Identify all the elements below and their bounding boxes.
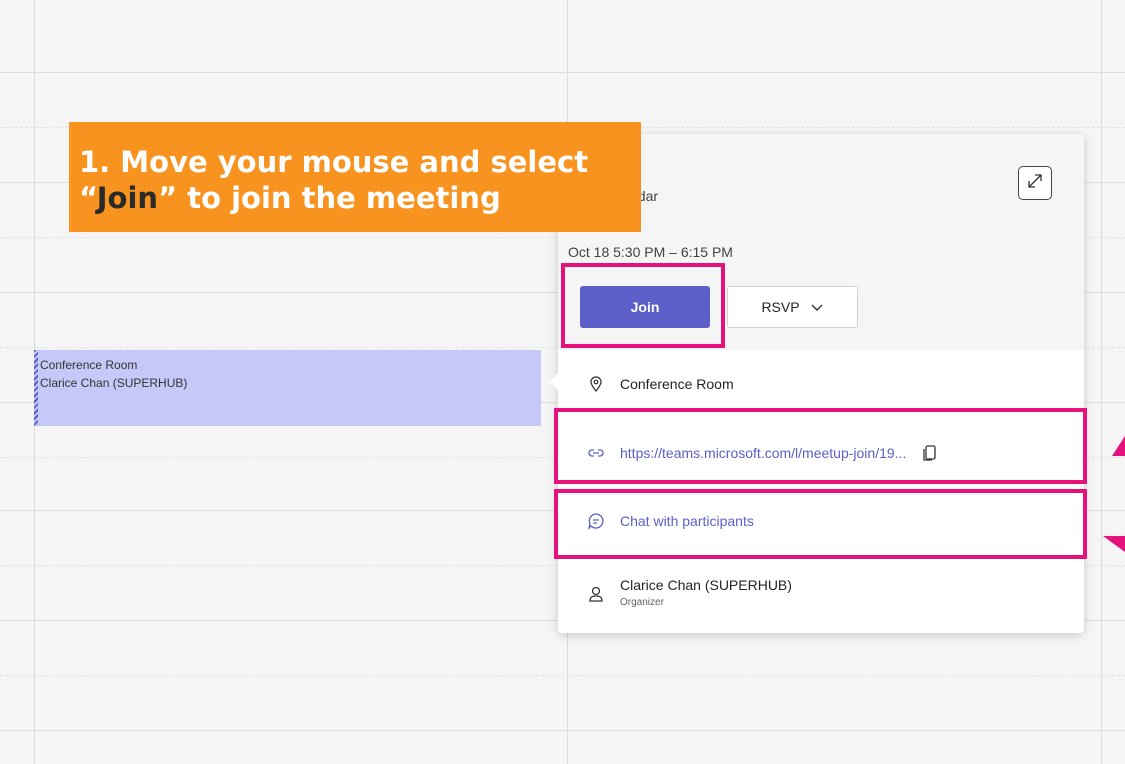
expand-icon [1026, 172, 1044, 195]
popup-caret [549, 373, 567, 391]
event-location: Conference Room [40, 358, 138, 372]
join-highlight [561, 263, 725, 348]
rsvp-button[interactable]: RSVP [727, 286, 858, 328]
grid-line [0, 72, 1125, 73]
grid-line [0, 730, 1125, 731]
chevron-down-icon [810, 299, 824, 315]
location-row: Conference Room [586, 374, 734, 394]
grid-line [1101, 0, 1102, 764]
organizer-row: Clarice Chan (SUPERHUB) Organizer [586, 577, 792, 611]
instruction-join-word: Join [96, 181, 159, 215]
organizer-role: Organizer [620, 597, 664, 608]
location-text: Conference Room [620, 376, 734, 392]
arrow-down-icon [1103, 536, 1125, 552]
instruction-line-2: “Join” to join the meeting [79, 180, 641, 216]
grid-line [0, 675, 1125, 676]
rsvp-label: RSVP [761, 299, 800, 315]
instruction-banner: 1. Move your mouse and select “Join” to … [69, 122, 641, 232]
instruction-line-1: 1. Move your mouse and select [79, 145, 589, 179]
calendar-event[interactable]: Conference Room Clarice Chan (SUPERHUB) [34, 350, 541, 426]
quote-open: “ [79, 181, 97, 215]
link-highlight [554, 408, 1087, 484]
event-status-stripe [34, 350, 38, 426]
instruction-line-2-rest: ” to join the meeting [158, 181, 501, 215]
event-organizer: Clarice Chan (SUPERHUB) [40, 376, 188, 390]
location-pin-icon [586, 374, 606, 394]
meeting-time: Oct 18 5:30 PM – 6:15 PM [568, 244, 733, 260]
person-icon [586, 584, 606, 604]
calendar-view: Conference Room Clarice Chan (SUPERHUB) … [0, 0, 1125, 764]
arrow-up-icon [1112, 436, 1125, 456]
expand-button[interactable] [1018, 166, 1052, 200]
organizer-name: Clarice Chan (SUPERHUB) [620, 577, 792, 593]
organizer-info: Clarice Chan (SUPERHUB) Organizer [620, 577, 792, 611]
chat-highlight [554, 489, 1087, 559]
